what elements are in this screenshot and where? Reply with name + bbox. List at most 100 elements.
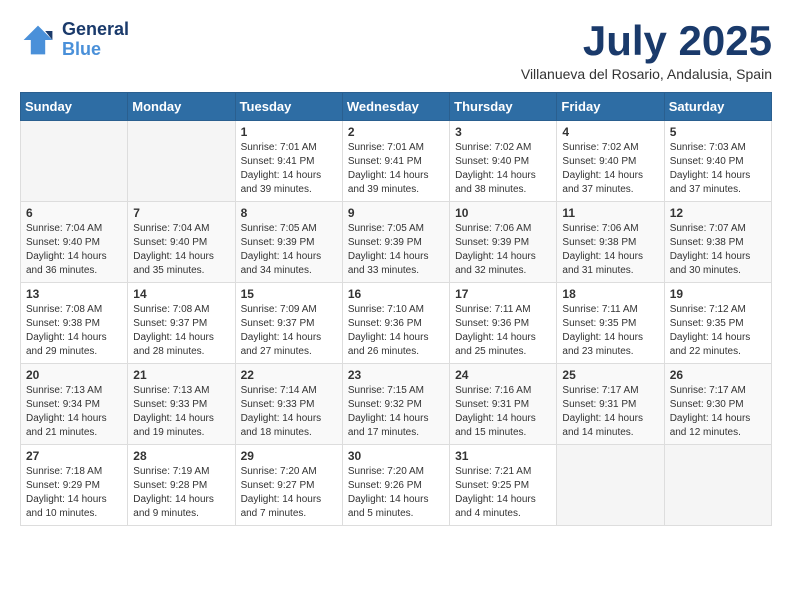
sunset-text: Sunset: 9:33 PM (133, 399, 207, 410)
daylight-text: Daylight: 14 hours and 21 minutes. (26, 413, 107, 438)
day-info: Sunrise: 7:05 AMSunset: 9:39 PMDaylight:… (348, 222, 444, 278)
day-number: 28 (133, 449, 229, 463)
sunrise-text: Sunrise: 7:15 AM (348, 385, 424, 396)
day-info: Sunrise: 7:20 AMSunset: 9:27 PMDaylight:… (241, 465, 337, 521)
weekday-header-tuesday: Tuesday (235, 93, 342, 121)
day-info: Sunrise: 7:15 AMSunset: 9:32 PMDaylight:… (348, 384, 444, 440)
daylight-text: Daylight: 14 hours and 32 minutes. (455, 251, 536, 276)
day-cell: 13Sunrise: 7:08 AMSunset: 9:38 PMDayligh… (21, 283, 128, 364)
sunrise-text: Sunrise: 7:02 AM (562, 142, 638, 153)
sunset-text: Sunset: 9:36 PM (455, 318, 529, 329)
daylight-text: Daylight: 14 hours and 37 minutes. (670, 170, 751, 195)
weekday-header-monday: Monday (128, 93, 235, 121)
day-number: 6 (26, 206, 122, 220)
day-number: 13 (26, 287, 122, 301)
day-number: 11 (562, 206, 658, 220)
day-number: 7 (133, 206, 229, 220)
day-number: 21 (133, 368, 229, 382)
daylight-text: Daylight: 14 hours and 18 minutes. (241, 413, 322, 438)
sunrise-text: Sunrise: 7:01 AM (241, 142, 317, 153)
daylight-text: Daylight: 14 hours and 23 minutes. (562, 332, 643, 357)
day-info: Sunrise: 7:13 AM Sunset: 9:33 PM Daylight:… (133, 384, 229, 440)
day-cell (128, 121, 235, 202)
sunrise-text: Sunrise: 7:19 AM (133, 466, 209, 477)
sunrise-text: Sunrise: 7:06 AM (562, 223, 638, 234)
sunrise-text: Sunrise: 7:08 AM (133, 304, 209, 315)
sunrise-text: Sunrise: 7:01 AM (348, 142, 424, 153)
daylight-text: Daylight: 14 hours and 34 minutes. (241, 251, 322, 276)
sunrise-text: Sunrise: 7:13 AM (133, 385, 209, 396)
day-cell: 21 Sunrise: 7:13 AM Sunset: 9:33 PM Dayligh… (128, 364, 235, 445)
sunset-text: Sunset: 9:25 PM (455, 480, 529, 491)
daylight-text: Daylight: 14 hours and 4 minutes. (455, 494, 536, 519)
daylight-text: Daylight: 14 hours and 15 minutes. (455, 413, 536, 438)
sunset-text: Sunset: 9:40 PM (562, 156, 636, 167)
day-cell: 12Sunrise: 7:07 AMSunset: 9:38 PMDayligh… (664, 202, 771, 283)
sunrise-text: Sunrise: 7:08 AM (26, 304, 102, 315)
sunset-text: Sunset: 9:40 PM (26, 237, 100, 248)
daylight-text: Daylight: 14 hours and 39 minutes. (241, 170, 322, 195)
weekday-header-wednesday: Wednesday (342, 93, 449, 121)
daylight-text: Daylight: 14 hours and 10 minutes. (26, 494, 107, 519)
day-info: Sunrise: 7:01 AMSunset: 9:41 PMDaylight:… (241, 141, 337, 197)
day-cell: 1Sunrise: 7:01 AMSunset: 9:41 PMDaylight… (235, 121, 342, 202)
header: General Blue July 2025 Villanueva del Ro… (20, 20, 772, 82)
day-cell: 31Sunrise: 7:21 AMSunset: 9:25 PMDayligh… (450, 445, 557, 526)
sunrise-text: Sunrise: 7:04 AM (133, 223, 209, 234)
sunset-text: Sunset: 9:29 PM (26, 480, 100, 491)
weekday-header-saturday: Saturday (664, 93, 771, 121)
daylight-text: Daylight: 14 hours and 31 minutes. (562, 251, 643, 276)
day-cell: 30Sunrise: 7:20 AMSunset: 9:26 PMDayligh… (342, 445, 449, 526)
sunrise-text: Sunrise: 7:03 AM (670, 142, 746, 153)
sunrise-text: Sunrise: 7:10 AM (348, 304, 424, 315)
sunset-text: Sunset: 9:36 PM (348, 318, 422, 329)
daylight-text: Daylight: 14 hours and 36 minutes. (26, 251, 107, 276)
day-cell: 11 Sunrise: 7:06 AM Sunset: 9:38 PM Dayligh… (557, 202, 664, 283)
day-cell: 20Sunrise: 7:13 AMSunset: 9:34 PMDayligh… (21, 364, 128, 445)
day-info: Sunrise: 7:06 AMSunset: 9:39 PMDaylight:… (455, 222, 551, 278)
day-cell: 29Sunrise: 7:20 AMSunset: 9:27 PMDayligh… (235, 445, 342, 526)
daylight-text: Daylight: 14 hours and 7 minutes. (241, 494, 322, 519)
sunrise-text: Sunrise: 7:18 AM (26, 466, 102, 477)
daylight-text: Daylight: 14 hours and 26 minutes. (348, 332, 429, 357)
day-info: Sunrise: 7:02 AMSunset: 9:40 PMDaylight:… (455, 141, 551, 197)
day-cell: 4Sunrise: 7:02 AMSunset: 9:40 PMDaylight… (557, 121, 664, 202)
sunset-text: Sunset: 9:39 PM (455, 237, 529, 248)
day-info: Sunrise: 7:19 AMSunset: 9:28 PMDaylight:… (133, 465, 229, 521)
day-cell: 7 Sunrise: 7:04 AM Sunset: 9:40 PM Daylight… (128, 202, 235, 283)
day-cell: 3Sunrise: 7:02 AMSunset: 9:40 PMDaylight… (450, 121, 557, 202)
sunset-text: Sunset: 9:40 PM (133, 237, 207, 248)
daylight-text: Daylight: 14 hours and 38 minutes. (455, 170, 536, 195)
calendar-table: SundayMondayTuesdayWednesdayThursdayFrid… (20, 92, 772, 526)
week-row-1: 1Sunrise: 7:01 AMSunset: 9:41 PMDaylight… (21, 121, 772, 202)
day-cell: 10Sunrise: 7:06 AMSunset: 9:39 PMDayligh… (450, 202, 557, 283)
week-row-2: 6 Sunrise: 7:04 AM Sunset: 9:40 PM Daylight… (21, 202, 772, 283)
logo-icon (20, 22, 56, 58)
daylight-text: Daylight: 14 hours and 22 minutes. (670, 332, 751, 357)
sunrise-text: Sunrise: 7:11 AM (562, 304, 637, 315)
day-cell: 8Sunrise: 7:05 AMSunset: 9:39 PMDaylight… (235, 202, 342, 283)
day-number: 20 (26, 368, 122, 382)
daylight-text: Daylight: 14 hours and 19 minutes. (133, 413, 214, 438)
sunrise-text: Sunrise: 7:04 AM (26, 223, 102, 234)
sunset-text: Sunset: 9:31 PM (562, 399, 636, 410)
daylight-text: Daylight: 14 hours and 35 minutes. (133, 251, 214, 276)
day-info: Sunrise: 7:18 AM Sunset: 9:29 PM Daylight:… (26, 465, 122, 521)
sunset-text: Sunset: 9:40 PM (455, 156, 529, 167)
day-number: 2 (348, 125, 444, 139)
day-info: Sunrise: 7:17 AMSunset: 9:31 PMDaylight:… (562, 384, 658, 440)
sunrise-text: Sunrise: 7:21 AM (455, 466, 531, 477)
weekday-header-row: SundayMondayTuesdayWednesdayThursdayFrid… (21, 93, 772, 121)
day-info: Sunrise: 7:08 AMSunset: 9:38 PMDaylight:… (26, 303, 122, 359)
day-number: 30 (348, 449, 444, 463)
day-number: 9 (348, 206, 444, 220)
sunset-text: Sunset: 9:38 PM (562, 237, 636, 248)
title-area: July 2025 Villanueva del Rosario, Andalu… (521, 20, 772, 82)
sunrise-text: Sunrise: 7:07 AM (670, 223, 746, 234)
day-info: Sunrise: 7:04 AM Sunset: 9:40 PM Daylight:… (133, 222, 229, 278)
day-cell (557, 445, 664, 526)
sunset-text: Sunset: 9:37 PM (133, 318, 207, 329)
sunrise-text: Sunrise: 7:14 AM (241, 385, 317, 396)
sunset-text: Sunset: 9:38 PM (26, 318, 100, 329)
sunrise-text: Sunrise: 7:20 AM (348, 466, 424, 477)
